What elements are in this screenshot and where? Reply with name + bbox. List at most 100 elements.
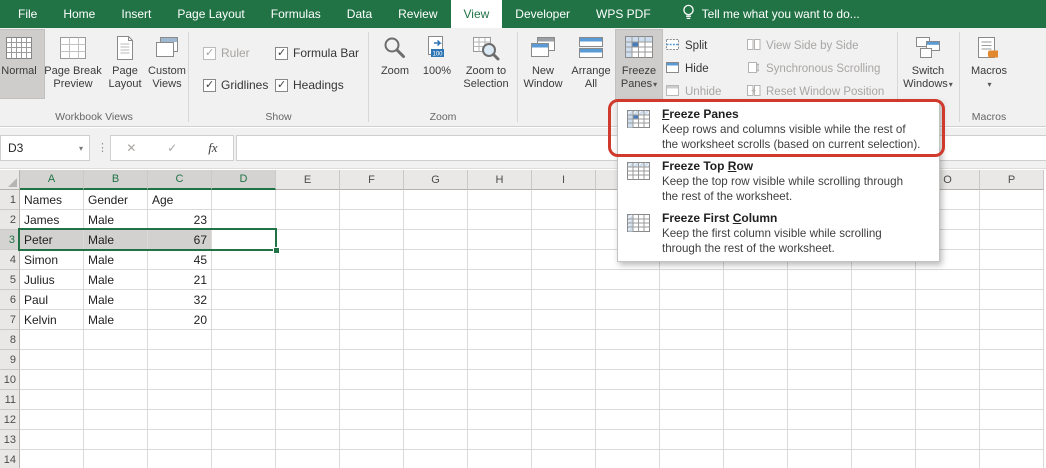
cell-B10[interactable] — [84, 370, 148, 390]
cell-J5[interactable] — [596, 270, 660, 290]
row-header-5[interactable]: 5 — [0, 270, 20, 290]
formula-bar-grip[interactable]: ⋮ — [97, 141, 108, 154]
cell-A14[interactable] — [20, 450, 84, 468]
cell-D5[interactable] — [212, 270, 276, 290]
cell-A8[interactable] — [20, 330, 84, 350]
cell-J14[interactable] — [596, 450, 660, 468]
cell-G7[interactable] — [404, 310, 468, 330]
cell-C11[interactable] — [148, 390, 212, 410]
cell-K12[interactable] — [660, 410, 724, 430]
cell-C8[interactable] — [148, 330, 212, 350]
cell-F3[interactable] — [340, 230, 404, 250]
cell-I13[interactable] — [532, 430, 596, 450]
cell-F11[interactable] — [340, 390, 404, 410]
row-header-2[interactable]: 2 — [0, 210, 20, 230]
cell-H14[interactable] — [468, 450, 532, 468]
cell-F9[interactable] — [340, 350, 404, 370]
cell-F12[interactable] — [340, 410, 404, 430]
cell-I11[interactable] — [532, 390, 596, 410]
cell-I8[interactable] — [532, 330, 596, 350]
cell-E8[interactable] — [276, 330, 340, 350]
insert-function-icon[interactable]: fx — [208, 140, 217, 156]
cell-E13[interactable] — [276, 430, 340, 450]
cell-D13[interactable] — [212, 430, 276, 450]
cell-A11[interactable] — [20, 390, 84, 410]
cell-G14[interactable] — [404, 450, 468, 468]
tab-developer[interactable]: Developer — [502, 0, 583, 28]
switch-windows-button[interactable]: Switch Windows▾ — [900, 30, 956, 98]
cell-E10[interactable] — [276, 370, 340, 390]
cell-J12[interactable] — [596, 410, 660, 430]
cell-C1[interactable]: Age — [148, 190, 212, 210]
row-header-9[interactable]: 9 — [0, 350, 20, 370]
cell-H2[interactable] — [468, 210, 532, 230]
cell-O11[interactable] — [916, 390, 980, 410]
cell-I2[interactable] — [532, 210, 596, 230]
row-header-3[interactable]: 3 — [0, 230, 20, 250]
gridlines-checkbox[interactable]: Gridlines — [203, 77, 268, 93]
cell-C3[interactable]: 67 — [148, 230, 212, 250]
cell-P11[interactable] — [980, 390, 1044, 410]
row-header-7[interactable]: 7 — [0, 310, 20, 330]
cell-G8[interactable] — [404, 330, 468, 350]
cell-D11[interactable] — [212, 390, 276, 410]
cell-K11[interactable] — [660, 390, 724, 410]
tab-insert[interactable]: Insert — [108, 0, 164, 28]
cell-I3[interactable] — [532, 230, 596, 250]
cell-F13[interactable] — [340, 430, 404, 450]
cell-C2[interactable]: 23 — [148, 210, 212, 230]
row-header-10[interactable]: 10 — [0, 370, 20, 390]
cell-N14[interactable] — [852, 450, 916, 468]
column-header-a[interactable]: A — [20, 170, 84, 190]
cell-H12[interactable] — [468, 410, 532, 430]
cell-C12[interactable] — [148, 410, 212, 430]
row-header-12[interactable]: 12 — [0, 410, 20, 430]
cell-B14[interactable] — [84, 450, 148, 468]
select-all-corner[interactable] — [0, 170, 20, 190]
cell-H4[interactable] — [468, 250, 532, 270]
cell-L11[interactable] — [724, 390, 788, 410]
cell-I14[interactable] — [532, 450, 596, 468]
cell-L5[interactable] — [724, 270, 788, 290]
cell-M11[interactable] — [788, 390, 852, 410]
zoom-100-button[interactable]: 100 100% — [417, 30, 457, 98]
cell-C10[interactable] — [148, 370, 212, 390]
cell-D8[interactable] — [212, 330, 276, 350]
cell-B13[interactable] — [84, 430, 148, 450]
cell-G12[interactable] — [404, 410, 468, 430]
cell-I7[interactable] — [532, 310, 596, 330]
cell-G4[interactable] — [404, 250, 468, 270]
headings-checkbox[interactable]: Headings — [275, 77, 344, 93]
cell-B1[interactable]: Gender — [84, 190, 148, 210]
cell-F8[interactable] — [340, 330, 404, 350]
cell-L14[interactable] — [724, 450, 788, 468]
cell-I12[interactable] — [532, 410, 596, 430]
cell-L7[interactable] — [724, 310, 788, 330]
cell-I4[interactable] — [532, 250, 596, 270]
cell-O7[interactable] — [916, 310, 980, 330]
cell-G10[interactable] — [404, 370, 468, 390]
cell-H3[interactable] — [468, 230, 532, 250]
cell-G3[interactable] — [404, 230, 468, 250]
cell-G2[interactable] — [404, 210, 468, 230]
cell-P3[interactable] — [980, 230, 1044, 250]
column-header-e[interactable]: E — [276, 170, 340, 190]
menu-item-freeze-first-column[interactable]: Freeze First Column Keep the first column… — [618, 207, 939, 259]
zoom-button[interactable]: Zoom — [374, 30, 416, 98]
cancel-icon[interactable]: ✕ — [126, 141, 136, 155]
cell-P7[interactable] — [980, 310, 1044, 330]
column-header-c[interactable]: C — [148, 170, 212, 190]
cell-F7[interactable] — [340, 310, 404, 330]
cell-B7[interactable]: Male — [84, 310, 148, 330]
cell-H6[interactable] — [468, 290, 532, 310]
cell-E9[interactable] — [276, 350, 340, 370]
tab-page-layout[interactable]: Page Layout — [164, 0, 257, 28]
cell-C13[interactable] — [148, 430, 212, 450]
tab-view[interactable]: View — [450, 0, 503, 28]
cell-N13[interactable] — [852, 430, 916, 450]
formula-bar-checkbox[interactable]: Formula Bar — [275, 45, 359, 61]
cell-M6[interactable] — [788, 290, 852, 310]
cell-A10[interactable] — [20, 370, 84, 390]
tab-review[interactable]: Review — [385, 0, 450, 28]
tab-wps-pdf[interactable]: WPS PDF — [583, 0, 664, 28]
